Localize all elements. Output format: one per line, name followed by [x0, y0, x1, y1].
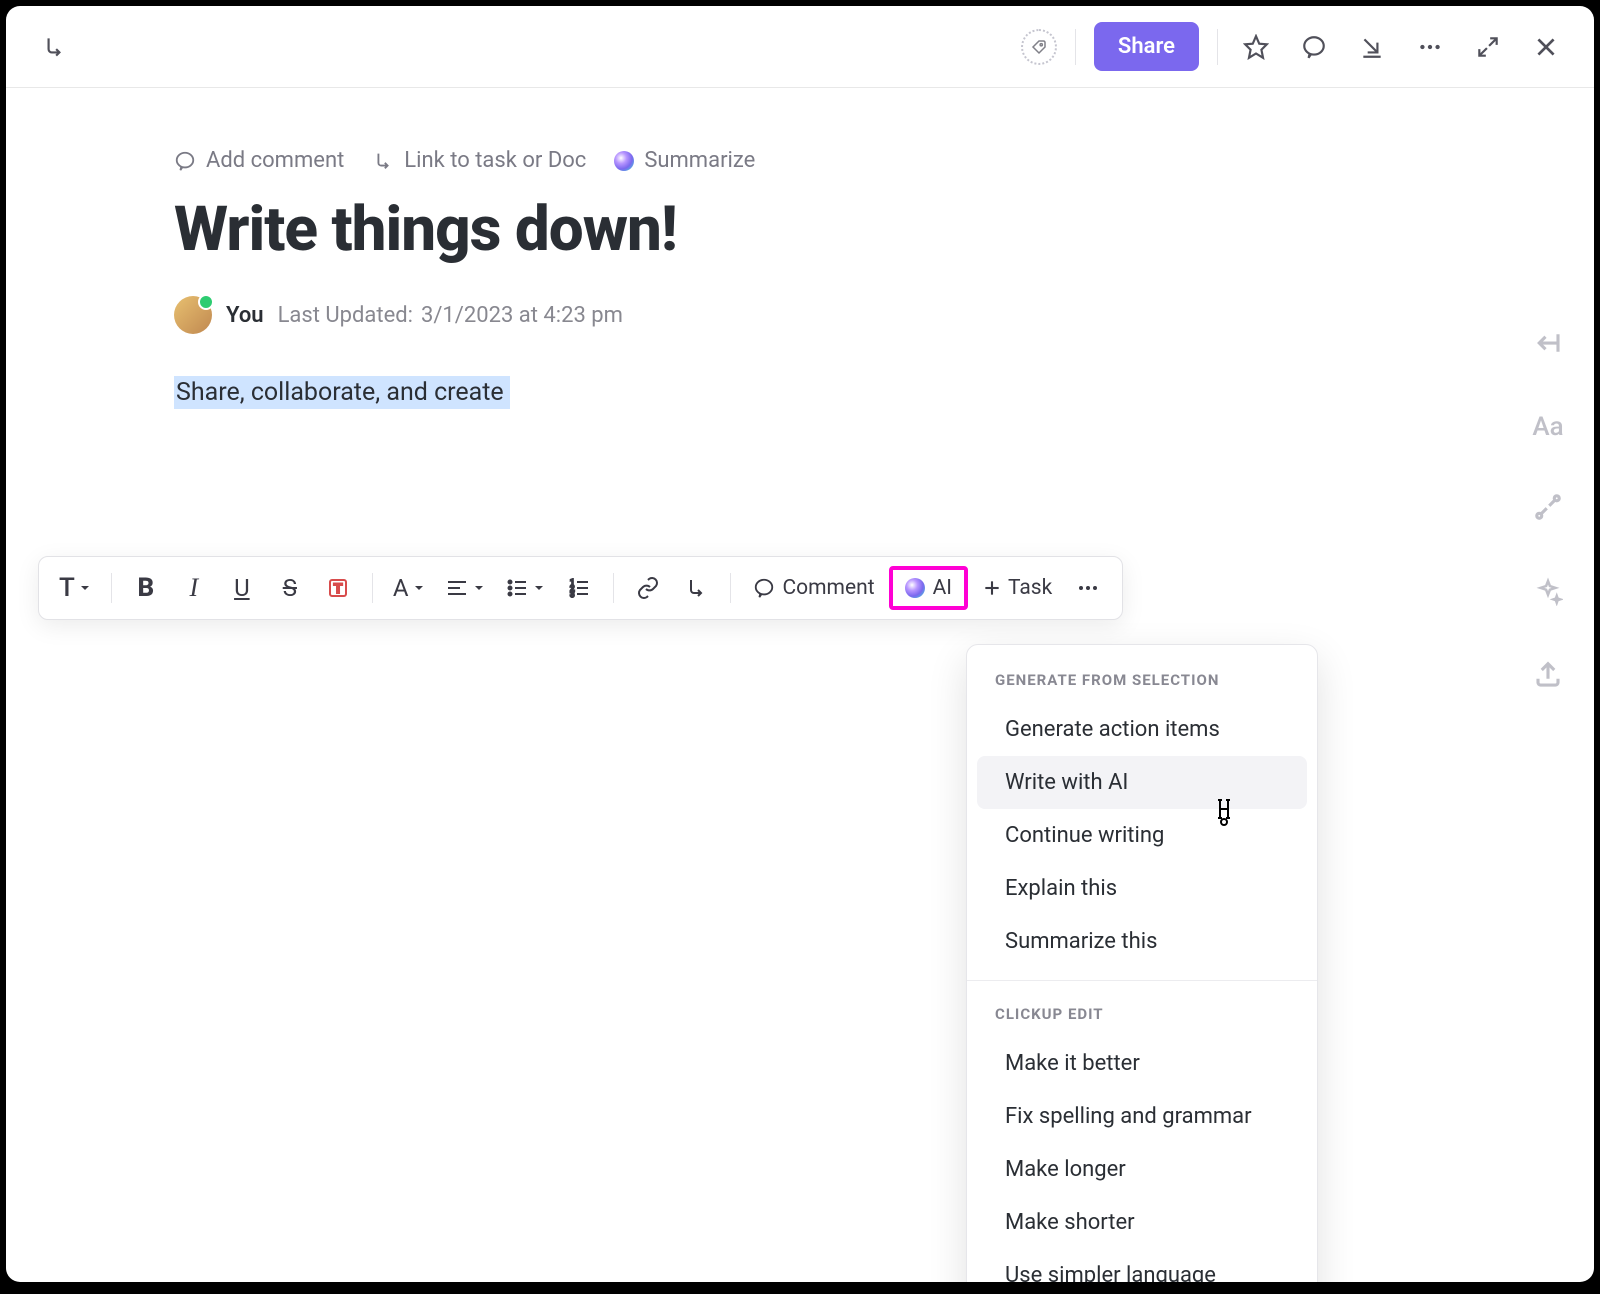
download-icon[interactable] [1352, 27, 1392, 67]
svg-text:T: T [334, 580, 343, 596]
star-icon[interactable] [1236, 27, 1276, 67]
divider [730, 573, 731, 603]
link-button[interactable] [626, 565, 670, 611]
generate-action-items-item[interactable]: Generate action items [977, 703, 1307, 756]
make-it-better-item[interactable]: Make it better [977, 1037, 1307, 1090]
divider [372, 573, 373, 603]
ai-menu-section-header: GENERATE FROM SELECTION [967, 663, 1317, 703]
font-color-button[interactable]: A [385, 565, 433, 611]
bullet-list-button[interactable] [497, 565, 553, 611]
page-title[interactable]: Write things down! [6, 173, 1594, 296]
explain-this-item[interactable]: Explain this [977, 862, 1307, 915]
ai-orb-icon [614, 151, 634, 171]
ai-button[interactable]: AI [889, 566, 968, 610]
ai-dropdown-menu: GENERATE FROM SELECTION Generate action … [966, 644, 1318, 1282]
summarize-this-item[interactable]: Summarize this [977, 915, 1307, 968]
divider [1075, 29, 1076, 65]
more-toolbar-button[interactable] [1066, 565, 1110, 611]
ai-label: AI [933, 576, 952, 600]
task-button[interactable]: Task [972, 576, 1062, 600]
divider [1217, 29, 1218, 65]
comment-button[interactable]: Comment [743, 576, 885, 600]
continue-writing-item[interactable]: Continue writing [977, 809, 1307, 862]
ai-menu-section-header: CLICKUP EDIT [967, 997, 1317, 1037]
comment-icon[interactable] [1294, 27, 1334, 67]
close-icon[interactable] [1526, 27, 1566, 67]
selected-text[interactable]: Share, collaborate, and create [174, 378, 1594, 407]
author-name: You [226, 303, 264, 328]
ai-orb-icon [905, 578, 925, 598]
numbered-list-button[interactable]: 123 [557, 565, 601, 611]
summarize-label: Summarize [644, 148, 755, 173]
more-icon[interactable] [1410, 27, 1450, 67]
subtask-toolbar-button[interactable] [674, 565, 718, 611]
bold-button[interactable]: B [124, 565, 168, 611]
underline-button[interactable]: U [220, 565, 264, 611]
right-rail: Aa [1502, 328, 1594, 694]
font-settings-button[interactable]: Aa [1532, 412, 1563, 442]
floating-toolbar: T B I U S T A [38, 556, 1123, 620]
sparkle-icon[interactable] [1533, 576, 1563, 610]
share-button[interactable]: Share [1094, 22, 1199, 71]
divider [111, 573, 112, 603]
simpler-language-item[interactable]: Use simpler language [977, 1249, 1307, 1282]
comment-label: Comment [783, 576, 875, 600]
align-button[interactable] [437, 565, 493, 611]
make-shorter-item[interactable]: Make shorter [977, 1196, 1307, 1249]
subtask-icon[interactable] [34, 27, 74, 67]
task-label: Task [1008, 576, 1052, 600]
last-updated-value: 3/1/2023 at 4:23 pm [421, 303, 623, 328]
tag-icon[interactable] [1021, 29, 1057, 65]
last-updated-label: Last Updated: [278, 303, 413, 328]
menu-divider [967, 980, 1317, 981]
strikethrough-button[interactable]: S [268, 565, 312, 611]
link-to-task-button[interactable]: Link to task or Doc [372, 148, 586, 173]
svg-text:3: 3 [570, 590, 575, 599]
merge-icon[interactable] [1533, 492, 1563, 526]
avatar[interactable] [174, 296, 212, 334]
expand-icon[interactable] [1468, 27, 1508, 67]
summarize-button[interactable]: Summarize [614, 148, 755, 173]
upload-icon[interactable] [1533, 660, 1563, 694]
add-comment-button[interactable]: Add comment [174, 148, 344, 173]
italic-button[interactable]: I [172, 565, 216, 611]
divider [613, 573, 614, 603]
fix-spelling-item[interactable]: Fix spelling and grammar [977, 1090, 1307, 1143]
link-to-task-label: Link to task or Doc [404, 148, 586, 173]
text-style-button[interactable]: T [51, 565, 99, 611]
add-comment-label: Add comment [206, 148, 344, 173]
make-longer-item[interactable]: Make longer [977, 1143, 1307, 1196]
text-color-button[interactable]: T [316, 565, 360, 611]
indent-icon[interactable] [1533, 328, 1563, 362]
write-with-ai-item[interactable]: Write with AI [977, 756, 1307, 809]
